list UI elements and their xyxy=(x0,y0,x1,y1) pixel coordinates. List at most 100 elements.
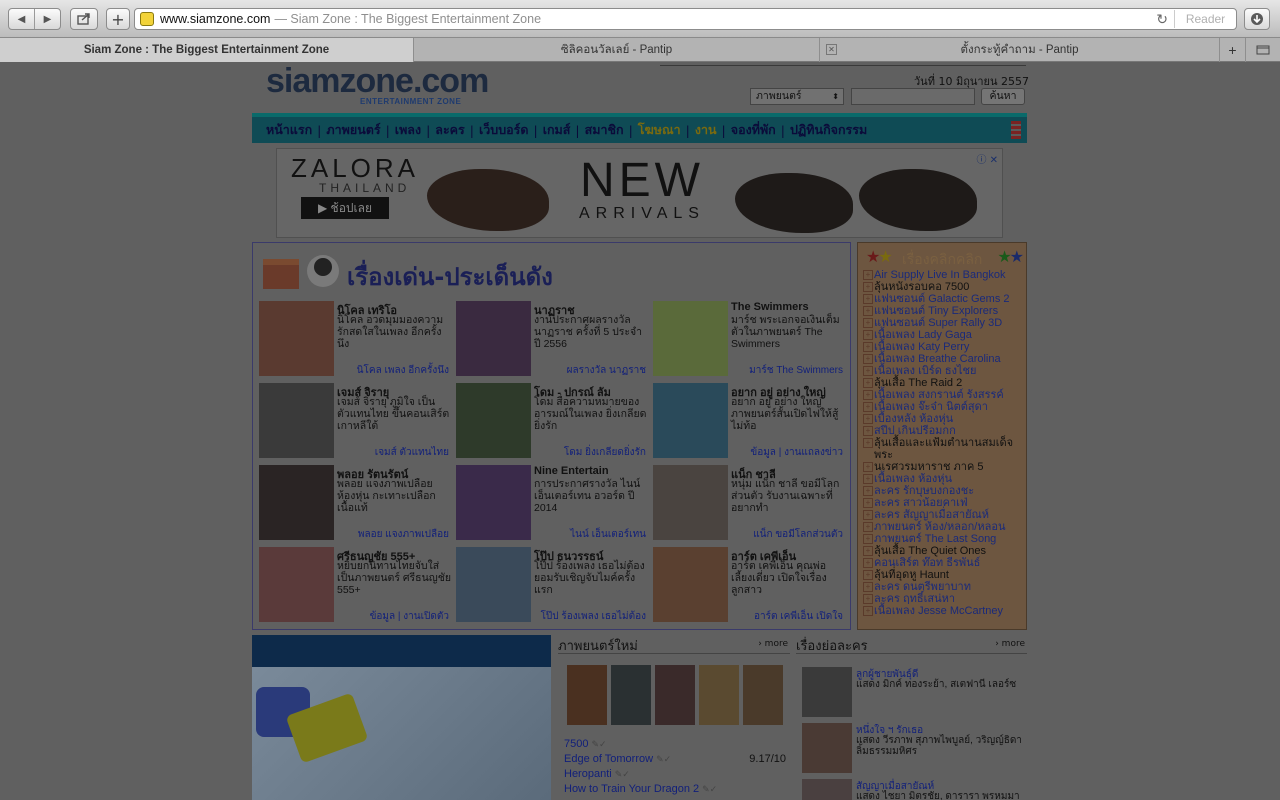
sidebar-link[interactable]: แฟนซอนต์ Tiny Explorers xyxy=(862,305,1026,317)
featured-item[interactable]: โป๊ป ธนวรรธน์ โป๊ป ร้องเพลง เธอไม่ต้องยอ… xyxy=(450,547,646,627)
sidebar-link[interactable]: ภาพยนตร์ ห้อง/หลอก/หลอน xyxy=(862,521,1026,533)
nav-calendar[interactable]: ปฏิทินกิจกรรม xyxy=(790,120,867,140)
item-link[interactable]: โดม ยิ่งเกลียดยิ่งรัก xyxy=(564,445,646,460)
movie-poster[interactable] xyxy=(567,665,607,725)
item-link[interactable]: พลอย แจงภาพเปลือย xyxy=(358,527,449,542)
nav-webboard[interactable]: เว็บบอร์ด xyxy=(479,120,529,140)
forward-button[interactable]: ▶ xyxy=(34,9,60,29)
featured-item[interactable]: อาร์ต เคพีเอ็น อาร์ต เคพีเอ็น คุณพ่อเลี้… xyxy=(647,547,843,627)
nav-movies[interactable]: ภาพยนตร์ xyxy=(326,120,380,140)
item-link[interactable]: ไนน์ เอ็นเตอร์เทน xyxy=(570,527,646,542)
zalora-banner-ad[interactable]: ZALORA THAILAND ▶ ช้อปเลย NEW ARRIVALS ⓘ… xyxy=(276,148,1003,238)
sidebar-link[interactable]: Air Supply Live In Bangkok xyxy=(862,269,1026,281)
tab-pantip-silicon[interactable]: ซิลิคอนวัลเลย์ - Pantip xyxy=(414,38,820,62)
sidebar-link[interactable]: ละคร สัญญาเมื่อสายัณห์ xyxy=(862,509,1026,521)
sidebar-link[interactable]: สปีป เกินปรีอมกก xyxy=(862,425,1026,437)
movie-poster[interactable] xyxy=(655,665,695,725)
tab-pantip-question[interactable]: ✕ ตั้งกระทู้คำถาม - Pantip xyxy=(820,38,1220,62)
item-link[interactable]: เจมส์ ตัวแทนไทย xyxy=(375,445,449,460)
downloads-button[interactable] xyxy=(1244,8,1270,30)
item-link[interactable]: นิโคล เพลง อีกครั้งนึง xyxy=(357,363,449,378)
more-link[interactable]: › more xyxy=(758,639,788,649)
sidebar-link[interactable]: เนื้อเพลง จ๊ะจ๋า นิตต์สุดา xyxy=(862,401,1026,413)
sidebar-link[interactable]: ละคร ฤทธิ์เสน่หา xyxy=(862,593,1026,605)
sidebar-link[interactable]: ภาพยนตร์ The Last Song xyxy=(862,533,1026,545)
sidebar-link[interactable]: ละคร สาวน้อยคาเฟ่ xyxy=(862,497,1026,509)
movie-poster[interactable] xyxy=(611,665,651,725)
tab-overview-icon xyxy=(1256,45,1270,55)
nav-music[interactable]: เพลง xyxy=(395,120,421,140)
item-desc: หยิบยกนิทานไทยจับใส่เป็นภาพยนตร์ ศรีธนญช… xyxy=(337,560,451,596)
search-category-value: ภาพยนตร์ xyxy=(756,90,802,102)
new-tab-button[interactable]: + xyxy=(106,8,130,30)
nav-jobs[interactable]: งาน xyxy=(695,120,717,140)
sidebar-link[interactable]: เนื้อเพลง Breathe Carolina xyxy=(862,353,1026,365)
site-logo[interactable]: siamzone.com ENTERTAINMENT ZONE xyxy=(266,62,489,106)
item-link[interactable]: อาร์ต เคพีเอ็น เปิดใจ xyxy=(754,609,843,624)
search-category-select[interactable]: ภาพยนตร์ ⬍ xyxy=(750,88,844,105)
ad-shop-button[interactable]: ▶ ช้อปเลย xyxy=(301,197,389,219)
featured-item[interactable]: นาฏราช งานประกาศผลรางวัล นาฏราช ครั้งที่… xyxy=(450,301,646,381)
search-input[interactable] xyxy=(851,88,975,105)
sidebar-link[interactable]: ละคร ดนตรีพยาบาท xyxy=(862,581,1026,593)
back-button[interactable]: ◀ xyxy=(9,9,34,29)
close-tab-icon[interactable]: ✕ xyxy=(826,44,837,55)
item-link[interactable]: แน็ก ขอมีโลกส่วนตัว xyxy=(753,527,843,542)
tab-overview-button[interactable] xyxy=(1246,38,1280,62)
featured-item[interactable]: พลอย รัตนรัตน์ พลอย แจงภาพเปลือย ห้องหุ่… xyxy=(253,465,449,545)
reload-icon[interactable]: ↻ xyxy=(1156,11,1168,28)
featured-section: เรื่องเด่น-ประเด็นดัง นิโคล เทริโอ นิโคล… xyxy=(252,242,851,630)
nav-games[interactable]: เกมส์ xyxy=(543,120,571,140)
sidebar-link[interactable]: เนื้อเพลง ห้องหุ่น xyxy=(862,473,1026,485)
ice-cream-ad[interactable] xyxy=(252,635,551,800)
web-page: siamzone.com ENTERTAINMENT ZONE วันที่ 1… xyxy=(0,62,1280,800)
item-link[interactable]: ข้อมูล | งานแถลงข่าว xyxy=(750,445,843,460)
featured-item[interactable]: โดม - ปกรณ์ ลัม โดม สื่อความหมายของอารมณ… xyxy=(450,383,646,463)
sidebar-link[interactable]: เนื้อเพลง เบิร์ด ธงไชย xyxy=(862,365,1026,377)
chevron-down-icon: ⬍ xyxy=(832,92,839,101)
movie-poster[interactable] xyxy=(699,665,739,725)
nav-ads[interactable]: โฆษณา xyxy=(638,120,681,140)
tab-siamzone[interactable]: Siam Zone : The Biggest Entertainment Zo… xyxy=(0,38,414,62)
featured-item[interactable]: แน็ก ชาลี หนุ่ม แน็ก ชาลี ขอมีโลกส่วนตัว… xyxy=(647,465,843,545)
share-button[interactable] xyxy=(70,8,98,30)
sidebar-link[interactable]: แฟนซอนต์ Galactic Gems 2 xyxy=(862,293,1026,305)
nav-home[interactable]: หน้าแรก xyxy=(266,120,312,140)
item-link[interactable]: มาร์ช The Swimmers xyxy=(749,363,843,378)
nav-drama[interactable]: ละคร xyxy=(435,120,464,140)
more-link[interactable]: › more xyxy=(995,639,1025,649)
nav-members[interactable]: สมาชิก xyxy=(585,120,624,140)
sidebar-link[interactable]: เนื้อเพลง สงกรานต์ รังสรรค์ xyxy=(862,389,1026,401)
reader-button[interactable]: Reader xyxy=(1174,10,1236,28)
movie-poster[interactable] xyxy=(743,665,783,725)
movie-row[interactable]: 7500 ✎✓ xyxy=(564,737,786,752)
item-desc: โดม สื่อความหมายของอารมณ์ในเพลง ยิ่งเกลี… xyxy=(534,396,647,432)
featured-item[interactable]: ศรีธนญชัย 555+ หยิบยกนิทานไทยจับใส่เป็นภ… xyxy=(253,547,451,627)
movie-name: Edge of Tomorrow xyxy=(564,753,654,765)
movie-row[interactable]: Edge of Tomorrow ✎✓ 9.17/10 xyxy=(564,752,786,767)
address-bar[interactable]: www.siamzone.com — Siam Zone : The Bigge… xyxy=(134,8,1237,30)
movie-row[interactable]: Heropanti ✎✓ xyxy=(564,767,786,782)
sidebar-link[interactable]: ละคร รักบุษบงกองชะ xyxy=(862,485,1026,497)
featured-item[interactable]: The Swimmers มาร์ช พระเอกจอเงินเต็มตัวใน… xyxy=(647,301,843,381)
item-link[interactable]: โป๊ป ร้องเพลง เธอไม่ต้อง xyxy=(541,609,646,624)
sidebar-link[interactable]: เนื้อเพลง Lady Gaga xyxy=(862,329,1026,341)
sidebar-link[interactable]: เบื้องหลัง ห้องหุ่น xyxy=(862,413,1026,425)
movie-row[interactable]: How to Train Your Dragon 2 ✎✓ xyxy=(564,782,786,797)
featured-item[interactable]: นิโคล เทริโอ นิโคล อวดมุมมองความรักสดใสใ… xyxy=(253,301,449,381)
item-link[interactable]: ผลรางวัล นาฏราช xyxy=(567,363,646,378)
sidebar-link[interactable]: คอนเสิร์ต ท๊อท ธีรพันธ์ xyxy=(862,557,1026,569)
item-link[interactable]: ข้อมูล | งานเปิดตัว xyxy=(370,609,449,624)
featured-item[interactable]: Nine Entertain การประกาศรางวัล ไนน์ เอ็น… xyxy=(450,465,646,545)
sidebar-link[interactable]: เนื้อเพลง Katy Perry xyxy=(862,341,1026,353)
featured-item[interactable]: อยาก อยู่ อย่าง ใหญ่ อยาก อยู่ อย่าง ใหญ… xyxy=(647,383,843,463)
featured-item[interactable]: เจมส์ จิรายุ เจมส์ จิรายุ ภูมิใจ เป็นตัว… xyxy=(253,383,449,463)
movie-name: Heropanti xyxy=(564,768,612,780)
sidebar-link[interactable]: แฟนซอนต์ Super Rally 3D xyxy=(862,317,1026,329)
sidebar-link: ลุ้นเสื้อและแฟ้มตำนานสมเด็จพระ xyxy=(862,437,1026,461)
nav-hotels[interactable]: จองที่พัก xyxy=(731,120,776,140)
ad-info-icon[interactable]: ⓘ ✕ xyxy=(976,151,998,166)
sidebar-link[interactable]: เนื้อเพลง Jesse McCartney xyxy=(862,605,1026,617)
new-tab-plus-button[interactable]: + xyxy=(1220,38,1246,62)
search-button[interactable]: ค้นหา xyxy=(981,88,1025,105)
